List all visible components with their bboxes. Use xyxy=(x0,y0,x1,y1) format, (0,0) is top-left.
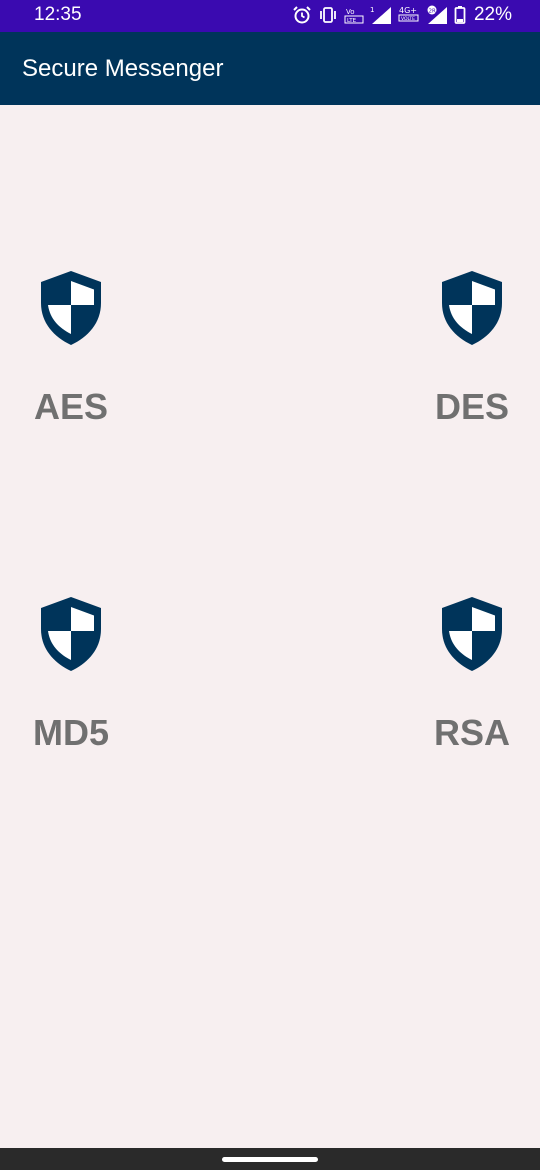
4g-icon: 4G+ VOLTE xyxy=(398,6,419,22)
cipher-aes-button[interactable]: AES xyxy=(1,269,141,439)
cipher-label: RSA xyxy=(433,712,510,753)
cipher-des-button[interactable]: DES xyxy=(402,269,540,439)
svg-text:4G+: 4G+ xyxy=(399,6,417,15)
battery-percent: 22% xyxy=(473,4,512,25)
svg-text:2R: 2R xyxy=(428,9,435,15)
app-bar: Secure Messenger xyxy=(0,32,540,105)
cipher-rsa-button[interactable]: RSA xyxy=(402,595,540,765)
status-time: 12:35 xyxy=(34,4,82,25)
shield-icon xyxy=(41,271,101,345)
navigation-bar xyxy=(0,1148,540,1170)
cipher-grid: AES DES MD5 RSA xyxy=(0,105,540,1148)
cipher-label: DES xyxy=(434,386,510,427)
signal-icon: 1 xyxy=(370,6,391,24)
shield-icon xyxy=(442,271,502,345)
app-title: Secure Messenger xyxy=(22,55,224,82)
status-icons: Vo LTE 1 4G+ VOLTE 2R 22% xyxy=(292,4,512,26)
status-bar: 12:35 Vo LTE 1 4G+ VOLTE 2R 22% xyxy=(0,0,540,32)
cipher-md5-button[interactable]: MD5 xyxy=(1,595,141,765)
svg-text:Vo: Vo xyxy=(346,8,355,16)
vibrate-icon xyxy=(320,7,336,23)
signal-icon: 2R xyxy=(427,5,447,24)
svg-text:1: 1 xyxy=(370,6,374,14)
battery-icon xyxy=(454,6,466,24)
cipher-label: MD5 xyxy=(32,712,109,753)
home-gesture-handle[interactable] xyxy=(222,1157,318,1162)
cipher-label: AES xyxy=(33,386,109,427)
volte-icon: Vo LTE xyxy=(344,8,364,24)
alarm-icon xyxy=(293,6,311,24)
shield-icon xyxy=(41,597,101,671)
shield-icon xyxy=(442,597,502,671)
svg-text:VOLTE: VOLTE xyxy=(401,16,415,22)
svg-text:LTE: LTE xyxy=(347,18,357,24)
